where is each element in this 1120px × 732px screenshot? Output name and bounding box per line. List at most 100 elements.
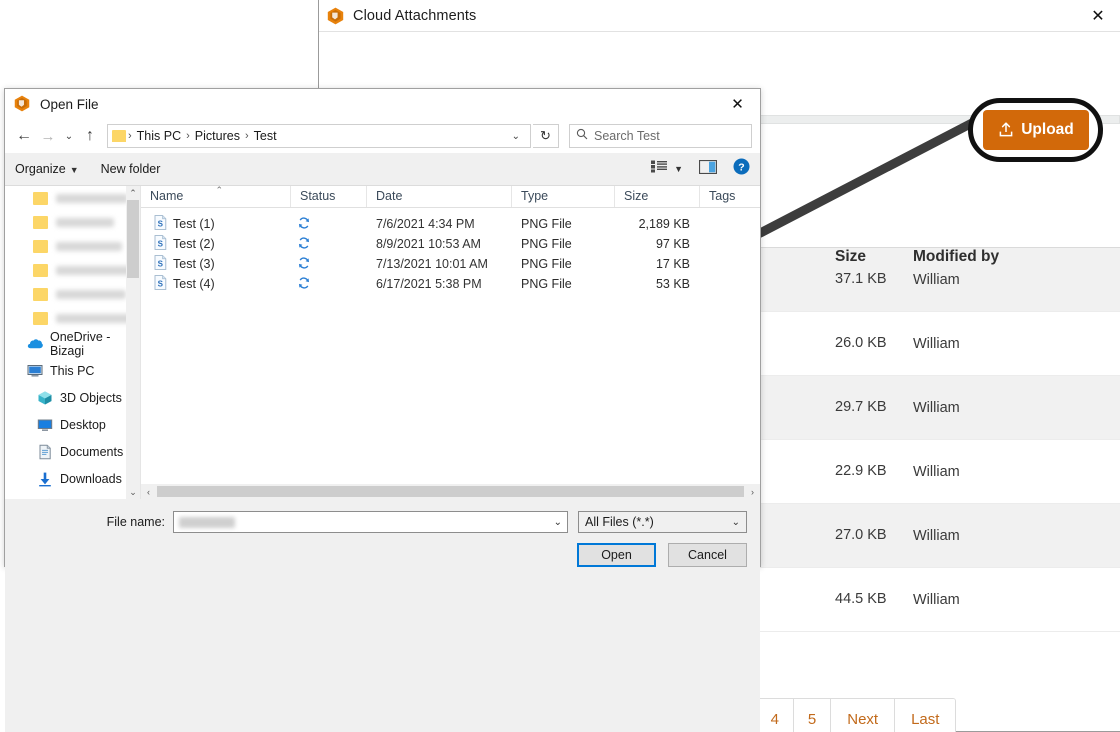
file-list-item[interactable]: S Test (1) 7/6/2021 4:34 PM PNG File 2,189 K… (141, 214, 760, 234)
breadcrumb-item-this-pc[interactable]: This PC (132, 129, 186, 143)
svg-text:S: S (158, 279, 164, 288)
scroll-left-arrow-icon[interactable]: ‹ (141, 487, 156, 497)
folder-icon (33, 239, 48, 253)
file-name-value (179, 516, 235, 528)
open-file-navigation-bar: ← → ⌄ ↑ › This PC › Pictures › Test ⌄ ↻ (5, 119, 760, 153)
png-file-icon: S (154, 235, 173, 253)
help-icon[interactable]: ? (733, 158, 750, 180)
file-date-cell: 8/9/2021 10:53 AM (376, 237, 481, 251)
blurred-label (56, 217, 114, 227)
file-list-pane: ⌃ Name Status Date Type Size Tags S Test … (141, 185, 760, 499)
file-list-item[interactable]: S Test (3) 7/13/2021 10:01 AM PNG File 17 KB (141, 254, 760, 274)
scroll-right-arrow-icon[interactable]: › (745, 487, 760, 497)
horizontal-scroll-thumb[interactable] (157, 486, 744, 497)
file-name-input[interactable]: ⌄ (173, 511, 568, 533)
file-column-name-label: Name (150, 189, 184, 203)
sidebar-item-documents[interactable]: Documents (5, 438, 140, 465)
sidebar-blurred-item[interactable] (5, 234, 140, 258)
chevron-down-icon[interactable]: ⌄ (512, 131, 526, 142)
desktop-icon (37, 417, 53, 433)
pagination-next[interactable]: Next (831, 699, 896, 732)
file-status-cell (291, 216, 367, 232)
file-column-date[interactable]: Date (367, 186, 512, 207)
row-size: 29.7 KB (835, 399, 887, 416)
3d-objects-icon (37, 390, 53, 406)
cancel-button[interactable]: Cancel (668, 543, 747, 567)
file-column-size[interactable]: Size (615, 186, 700, 207)
row-modified-by: William (913, 591, 960, 608)
chevron-down-icon[interactable]: ⌄ (61, 123, 77, 149)
pagination-last[interactable]: Last (895, 699, 956, 732)
upload-button[interactable]: Upload (983, 110, 1089, 150)
file-type-cell: PNG File (521, 277, 572, 291)
file-size-cell: 97 KB (655, 237, 690, 251)
downloads-icon (37, 471, 53, 487)
sidebar-item-downloads[interactable]: Downloads (5, 465, 140, 492)
file-status-cell (291, 236, 367, 252)
sort-ascending-icon: ⌃ (215, 185, 224, 195)
cloud-attachments-title: Cloud Attachments (353, 7, 477, 24)
new-folder-button[interactable]: New folder (101, 162, 161, 176)
sidebar-item-label: 3D Objects (60, 390, 122, 405)
chevron-down-icon[interactable]: ⌄ (554, 517, 562, 528)
open-button[interactable]: Open (577, 543, 656, 567)
file-list-horizontal-scrollbar[interactable]: ‹ › (141, 484, 760, 499)
chevron-down-icon: ⌄ (731, 516, 740, 528)
sidebar-item-label: Documents (60, 444, 124, 459)
pagination-page-4[interactable]: 4 (756, 699, 794, 732)
sidebar-item-3d-objects[interactable]: 3D Objects (5, 384, 140, 411)
breadcrumb-item-pictures[interactable]: Pictures (190, 129, 245, 143)
file-name-text: Test (2) (173, 237, 215, 251)
sidebar-blurred-item[interactable] (5, 306, 140, 330)
view-list-icon[interactable] (651, 160, 668, 178)
sidebar-blurred-item[interactable] (5, 186, 140, 210)
file-list-item[interactable]: S Test (2) 8/9/2021 10:53 AM PNG File 97 KB (141, 234, 760, 254)
bizagi-hexagon-icon (327, 7, 344, 25)
file-column-status[interactable]: Status (291, 186, 367, 207)
close-icon[interactable]: ✕ (715, 89, 760, 119)
row-modified-by: William (913, 271, 960, 288)
arrow-right-icon[interactable]: → (37, 123, 59, 149)
folder-icon (33, 263, 48, 277)
arrow-up-icon[interactable]: ↑ (79, 123, 101, 149)
row-modified-by: William (913, 463, 960, 480)
sidebar-blurred-item[interactable] (5, 210, 140, 234)
refresh-icon[interactable]: ↻ (533, 124, 559, 148)
chevron-down-icon[interactable]: ▼ (674, 164, 683, 174)
sidebar-item-this-pc[interactable]: This PC (5, 357, 140, 384)
arrow-left-icon[interactable]: ← (13, 123, 35, 149)
sidebar-item-desktop[interactable]: Desktop (5, 411, 140, 438)
bizagi-hexagon-icon (14, 95, 31, 113)
sidebar-item-label: This PC (50, 363, 95, 378)
file-column-name[interactable]: ⌃ Name (141, 185, 291, 207)
close-icon[interactable]: ✕ (1076, 0, 1120, 31)
sidebar-item-onedrive-bizagi[interactable]: OneDrive - Bizagi (5, 330, 140, 358)
sync-icon (298, 276, 310, 292)
search-placeholder: Search Test (594, 129, 660, 143)
sidebar-scrollbar[interactable]: ⌃ ⌄ (126, 186, 140, 499)
toolbar-right-group: ▼ ? (651, 158, 750, 180)
preview-pane-icon[interactable] (698, 159, 718, 179)
svg-text:S: S (158, 259, 164, 268)
this-pc-icon (27, 363, 43, 379)
sidebar-scroll-thumb[interactable] (127, 200, 139, 278)
sidebar-item-music[interactable]: Music (5, 492, 140, 499)
sidebar-items: OneDrive - Bizagi This PC 3D Objects Deskto… (5, 330, 140, 499)
file-type-filter-select[interactable]: All Files (*.*) ⌄ (578, 511, 747, 533)
organize-label: Organize (15, 162, 66, 176)
file-column-type[interactable]: Type (512, 186, 615, 207)
search-input[interactable]: Search Test (569, 124, 752, 148)
scroll-up-arrow-icon[interactable]: ⌃ (126, 186, 140, 200)
breadcrumb[interactable]: › This PC › Pictures › Test ⌄ (107, 124, 531, 148)
file-name-label: File name: (106, 515, 165, 529)
file-column-tags[interactable]: Tags (700, 186, 760, 207)
file-list-item[interactable]: S Test (4) 6/17/2021 5:38 PM PNG File 53 KB (141, 274, 760, 294)
organize-menu[interactable]: Organize ▼ (15, 162, 79, 176)
column-header-size[interactable]: Size (835, 135, 913, 266)
sidebar-blurred-item[interactable] (5, 258, 140, 282)
sidebar-blurred-item[interactable] (5, 282, 140, 306)
folder-icon (112, 130, 126, 142)
pagination-page-5[interactable]: 5 (793, 699, 832, 732)
scroll-down-arrow-icon[interactable]: ⌄ (126, 485, 140, 499)
breadcrumb-item-test[interactable]: Test (249, 129, 282, 143)
